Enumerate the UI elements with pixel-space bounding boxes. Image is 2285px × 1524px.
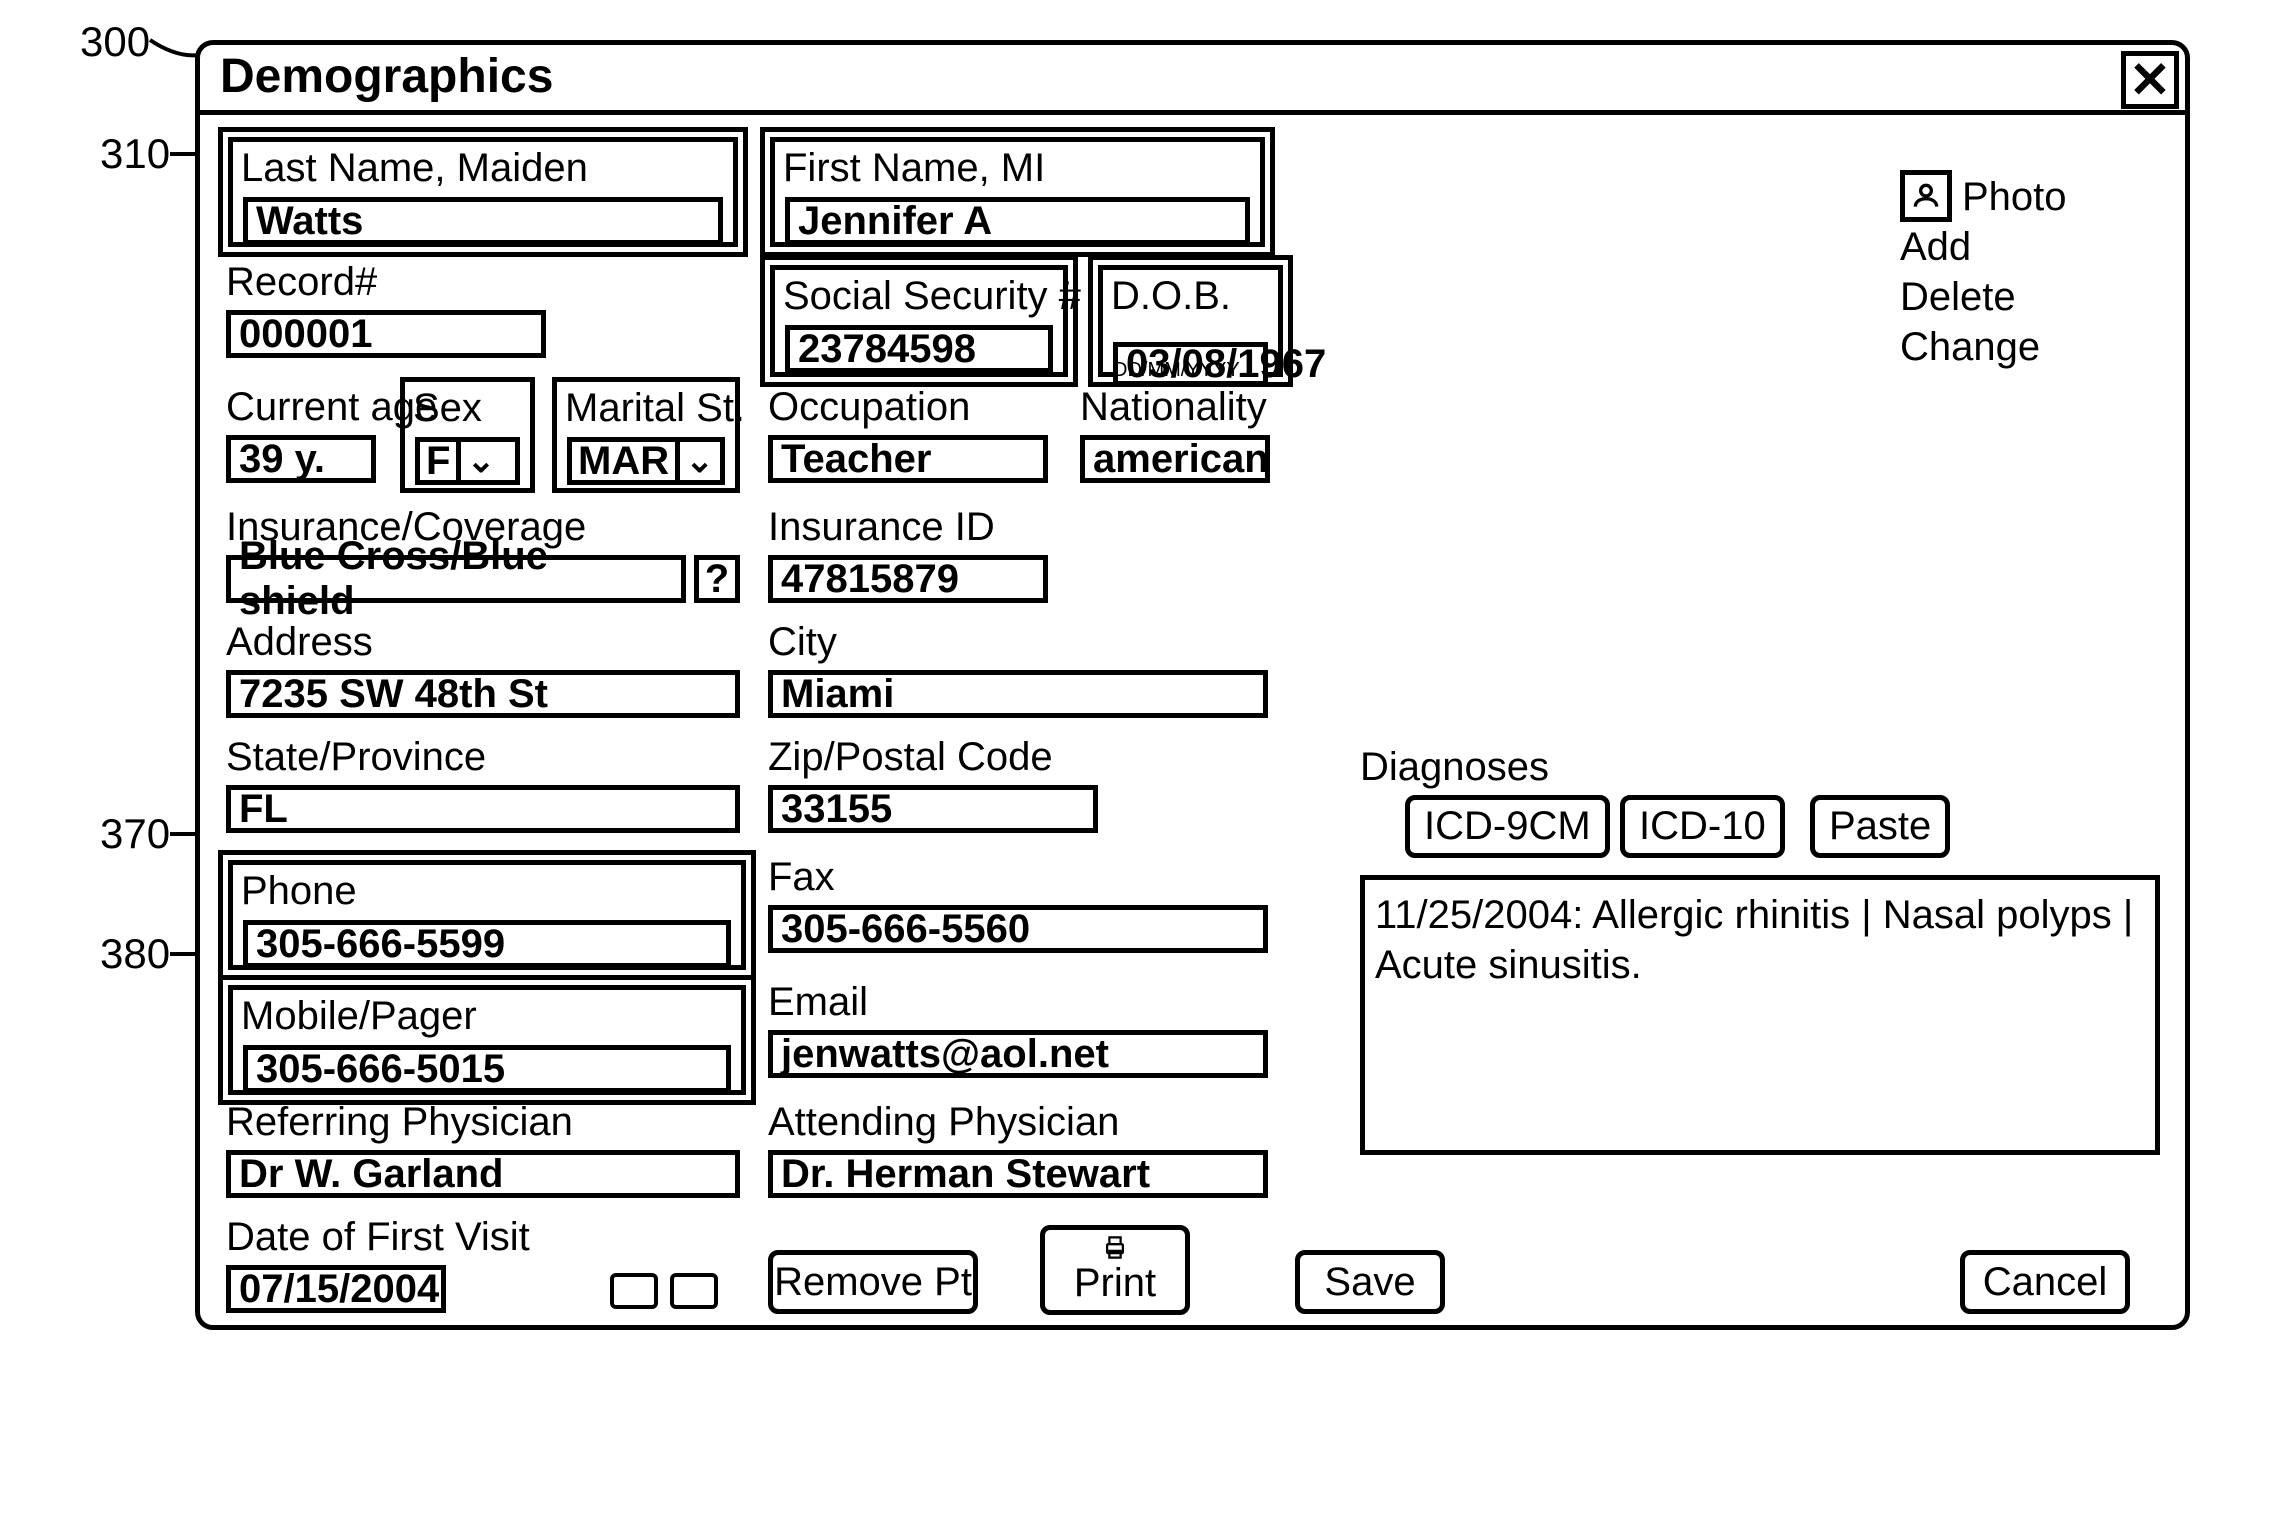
address-input[interactable]: 7235 SW 48th St bbox=[226, 670, 740, 718]
anno-380: 380 bbox=[100, 930, 170, 978]
photo-change[interactable]: Change bbox=[1900, 325, 2040, 370]
anno-370: 370 bbox=[100, 810, 170, 858]
marital-label: Marital St. bbox=[557, 382, 735, 431]
camera-icon[interactable] bbox=[610, 1273, 658, 1309]
city-label: City bbox=[768, 620, 837, 665]
cancel-button[interactable]: Cancel bbox=[1960, 1250, 2130, 1314]
record-input[interactable]: 000001 bbox=[226, 310, 546, 358]
chevron-down-icon: ⌄ bbox=[456, 441, 500, 481]
close-button[interactable]: ✕ bbox=[2121, 51, 2179, 109]
sex-group: Sex F ⌄ bbox=[400, 377, 535, 493]
icd10-button[interactable]: ICD-10 bbox=[1620, 795, 1785, 858]
refphys-label: Referring Physician bbox=[226, 1100, 573, 1145]
attphys-label: Attending Physician bbox=[768, 1100, 1119, 1145]
dob-group: D.O.B. DD/MM/YYYY 03/08/1967 bbox=[1098, 265, 1283, 377]
phone-input[interactable]: 305-666-5599 bbox=[243, 920, 731, 968]
city-input[interactable]: Miami bbox=[768, 670, 1268, 718]
diagnoses-textarea[interactable]: 11/25/2004: Allergic rhinitis | Nasal po… bbox=[1360, 875, 2160, 1155]
mobile-group: Mobile/Pager 305-666-5015 bbox=[228, 985, 746, 1095]
phone-group: Phone 305-666-5599 bbox=[228, 860, 746, 970]
state-label: State/Province bbox=[226, 735, 486, 780]
age-input[interactable]: 39 y. bbox=[226, 435, 376, 483]
record-label: Record# bbox=[226, 260, 377, 305]
dob-hint: DD/MM/YYYY bbox=[1113, 359, 1240, 381]
anno-300: 300 bbox=[80, 18, 150, 66]
photo-delete[interactable]: Delete bbox=[1900, 275, 2016, 320]
mobile-input[interactable]: 305-666-5015 bbox=[243, 1045, 731, 1093]
demographics-window: Demographics ✕ Last Name, Maiden Watts F… bbox=[195, 40, 2190, 1330]
attphys-input[interactable]: Dr. Herman Stewart bbox=[768, 1150, 1268, 1198]
insurance-id-input[interactable]: 47815879 bbox=[768, 555, 1048, 603]
window-title: Demographics bbox=[220, 49, 553, 104]
occupation-input[interactable]: Teacher bbox=[768, 435, 1048, 483]
mobile-label: Mobile/Pager bbox=[233, 990, 741, 1039]
email-input[interactable]: jenwatts@aol.net bbox=[768, 1030, 1268, 1078]
remove-pt-button[interactable]: Remove Pt bbox=[768, 1250, 978, 1314]
sex-label: Sex bbox=[405, 382, 530, 431]
zip-input[interactable]: 33155 bbox=[768, 785, 1098, 833]
dob-label: D.O.B. bbox=[1103, 270, 1278, 319]
address-label: Address bbox=[226, 620, 373, 665]
insurance-help-button[interactable]: ? bbox=[694, 555, 740, 603]
fax-label: Fax bbox=[768, 855, 835, 900]
ssn-input[interactable]: 23784598 bbox=[785, 325, 1053, 373]
icd9-button[interactable]: ICD-9CM bbox=[1405, 795, 1610, 858]
fax-input[interactable]: 305-666-5560 bbox=[768, 905, 1268, 953]
image-icon[interactable] bbox=[670, 1273, 718, 1309]
save-button[interactable]: Save bbox=[1295, 1250, 1445, 1314]
first-name-label: First Name, MI bbox=[775, 142, 1260, 191]
first-name-group: First Name, MI Jennifer A bbox=[770, 137, 1265, 247]
zip-label: Zip/Postal Code bbox=[768, 735, 1053, 780]
printer-icon bbox=[1095, 1234, 1135, 1261]
chevron-down-icon: ⌄ bbox=[675, 441, 719, 481]
photo-add[interactable]: Add bbox=[1900, 225, 1971, 270]
close-icon: ✕ bbox=[2129, 51, 2171, 109]
insurance-input[interactable]: Blue Cross/Blue shield bbox=[226, 555, 686, 603]
anno-310: 310 bbox=[100, 130, 170, 178]
email-label: Email bbox=[768, 980, 868, 1025]
title-bar: Demographics ✕ bbox=[200, 45, 2185, 115]
firstvisit-input[interactable]: 07/15/2004 bbox=[226, 1265, 446, 1313]
photo-label: Photo bbox=[1962, 175, 2067, 220]
last-name-label: Last Name, Maiden bbox=[233, 142, 733, 191]
marital-group: Marital St. MAR ⌄ bbox=[552, 377, 740, 493]
ssn-label: Social Security # bbox=[775, 270, 1063, 319]
last-name-input[interactable]: Watts bbox=[243, 197, 723, 245]
refphys-input[interactable]: Dr W. Garland bbox=[226, 1150, 740, 1198]
ssn-group: Social Security # 23784598 bbox=[770, 265, 1068, 377]
diagnoses-heading: Diagnoses bbox=[1360, 745, 1549, 790]
paste-button[interactable]: Paste bbox=[1810, 795, 1950, 858]
state-input[interactable]: FL bbox=[226, 785, 740, 833]
nationality-input[interactable]: american bbox=[1080, 435, 1270, 483]
sex-value: F bbox=[420, 439, 456, 484]
photo-icon[interactable] bbox=[1900, 170, 1952, 222]
marital-value: MAR bbox=[572, 439, 675, 484]
print-button[interactable]: Print bbox=[1040, 1225, 1190, 1315]
marital-select[interactable]: MAR ⌄ bbox=[567, 437, 725, 485]
last-name-group: Last Name, Maiden Watts bbox=[228, 137, 738, 247]
occupation-label: Occupation bbox=[768, 385, 970, 430]
firstvisit-label: Date of First Visit bbox=[226, 1215, 530, 1260]
print-label: Print bbox=[1074, 1261, 1156, 1306]
first-name-input[interactable]: Jennifer A bbox=[785, 197, 1250, 245]
phone-label: Phone bbox=[233, 865, 741, 914]
nationality-label: Nationality bbox=[1080, 385, 1267, 430]
sex-select[interactable]: F ⌄ bbox=[415, 437, 520, 485]
insurance-id-label: Insurance ID bbox=[768, 505, 995, 550]
